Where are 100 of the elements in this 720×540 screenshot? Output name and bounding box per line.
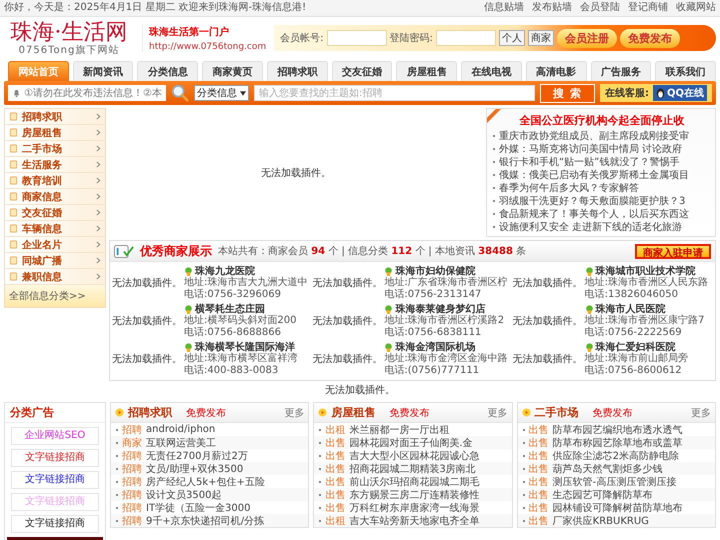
sidebar-item[interactable]: 企业名片 (5, 237, 105, 253)
item-link[interactable]: 园林铺设可降解树苗防草地布 (552, 500, 683, 514)
ad-link[interactable]: 文字链接招商 (11, 471, 99, 489)
item-link[interactable]: 无责任2700月薪过2万 (146, 448, 248, 462)
item-link[interactable]: 万科红树东岸唐家湾一线海景 (349, 500, 480, 514)
sidebar-item[interactable]: 车辆信息 (5, 221, 105, 237)
more-link[interactable]: 更多 (690, 406, 711, 420)
merchant-name-link[interactable]: 珠海横琴长隆国际海洋 (195, 340, 295, 354)
nav-tab[interactable]: 商家黄页 (202, 61, 263, 81)
top-link[interactable]: 信息贴墙 (484, 0, 524, 16)
item-link[interactable]: 吉大大型小区园林花园诚心急 (349, 448, 480, 462)
chevron-icon (96, 161, 101, 168)
publish-link[interactable]: 免费发布 (592, 406, 687, 420)
nav-tab[interactable]: 招聘求职 (266, 61, 328, 81)
plugin-message: 无法加载插件。 (261, 166, 331, 180)
item-link[interactable]: 厂家供应KRBUKRUG (552, 514, 649, 528)
account-field[interactable] (326, 30, 387, 46)
login-type-button[interactable]: 商家 (528, 30, 554, 46)
more-link[interactable]: 更多 (488, 406, 508, 420)
sidebar-item[interactable]: 交友征婚 (5, 205, 105, 221)
item-link[interactable]: 前山沃尔玛招商花园城二期毛 (349, 474, 480, 488)
item-link[interactable]: 葫芦岛天然气割炬多少钱 (552, 462, 663, 476)
news-link[interactable]: 食品新规来了！事关每个人，以后买东西这 (499, 206, 689, 220)
item-link[interactable]: 测压软管-高压测压管测压接 (552, 474, 676, 488)
item-tag: 出售 (528, 514, 549, 528)
top-link[interactable]: 收藏网站 (676, 0, 716, 16)
sidebar-item[interactable]: 二手市场 (5, 141, 105, 157)
item-link[interactable]: 9千+京东快递招司机/分拣 (146, 514, 264, 528)
sidebar-item[interactable]: 同城广播 (5, 253, 105, 269)
more-link[interactable]: 更多 (284, 406, 304, 420)
item-link[interactable]: 米兰丽都一房一厅出租 (349, 422, 450, 436)
search-field[interactable]: 输入您要查找的主题如:招聘 (254, 85, 536, 101)
item-link[interactable]: 吉大车站旁新天地家电齐全单 (349, 514, 480, 528)
publish-link[interactable]: 免费发布 (186, 406, 280, 420)
publish-link[interactable]: 免费发布 (389, 406, 484, 420)
ad-link[interactable]: 文字链接招商 (11, 515, 99, 533)
nav-tab[interactable]: 交友征婚 (332, 61, 392, 81)
news-link[interactable]: 设施便利又安全 走进新下线的适老化旅游 (499, 220, 682, 234)
item-link[interactable]: 供应除尘滤芯2米高防静电除 (552, 448, 680, 462)
top-link[interactable]: 会员登陆 (580, 0, 620, 16)
login-type-button[interactable]: 个人 (498, 30, 525, 46)
item-link[interactable]: 房产经纪人5k+包住+五险 (146, 474, 265, 488)
sidebar-item[interactable]: 房屋租售 (5, 125, 105, 141)
item-link[interactable]: 防草布园艺编织地布透水透气 (552, 422, 683, 436)
chevron-icon (96, 145, 101, 152)
category-dropdown[interactable]: 分类信息 (194, 85, 249, 101)
nav-tab[interactable]: 房屋租售 (396, 61, 458, 81)
online-chat-button[interactable]: QQ在线 (652, 85, 707, 101)
nav-tab[interactable]: 新闻资讯 (72, 61, 134, 81)
merchant-name-link[interactable]: 珠海金湾国际机场 (395, 340, 476, 354)
ad-link[interactable]: 企业网站SEO (11, 427, 99, 445)
news-link[interactable]: 银行卡和手机“贴一贴”钱就没了？警惕手 (499, 154, 680, 168)
all-categories-link[interactable]: 全部信息分类>> (5, 285, 105, 307)
item-link[interactable]: 招商花园城二期精装3房南北 (349, 462, 476, 476)
nav-tab[interactable]: 广告服务 (590, 61, 652, 81)
news-link[interactable]: 外媒：马斯克将访问美国中情局 讨论政府 (499, 142, 682, 156)
news-link[interactable]: 春季为何午后多大风？专家解答 (499, 180, 639, 194)
sidebar-item[interactable]: 商家信息 (5, 189, 105, 205)
penguin-icon (656, 88, 665, 98)
header-action-button[interactable]: 会员注册 (556, 28, 617, 48)
apply-button[interactable]: 商家入驻申请 (635, 244, 711, 258)
merchant-name-link[interactable]: 珠海城市职业技术学院 (596, 264, 696, 278)
sidebar-item[interactable]: 兼职信息 (5, 269, 105, 285)
sidebar-item[interactable]: 生活服务 (5, 157, 105, 173)
site-url-link[interactable]: http://www.0756tong.com (149, 42, 266, 52)
item-tag: 出售 (325, 488, 346, 502)
item-link[interactable]: 东方赐景三房二厅连精装修性 (349, 488, 480, 502)
sidebar-item[interactable]: 招聘求职 (5, 109, 105, 125)
item-link[interactable]: IT学徒（五险一金3000 (146, 500, 251, 514)
merchant-name-link[interactable]: 珠海九龙医院 (195, 264, 255, 278)
news-link[interactable]: 重庆市政协党组成员、副主席段成刚接受审 (499, 128, 689, 142)
item-link[interactable]: 生态园艺可降解防草布 (552, 488, 653, 502)
item-link[interactable]: 园林花园对面王子仙阁美.金 (349, 436, 473, 450)
merchant-name-link[interactable]: 珠海市妇幼保健院 (395, 264, 476, 278)
item-link[interactable]: 文员/助理+双休3500 (146, 462, 244, 476)
plugin-message: 无法加载插件。 (112, 314, 182, 328)
nav-tab[interactable]: 高清电影 (526, 61, 587, 81)
ad-link[interactable]: 文字链接招商 (11, 449, 99, 467)
top-link[interactable]: 登记商铺 (628, 0, 668, 16)
top-link[interactable]: 发布贴墙 (532, 0, 572, 16)
item-link[interactable]: android/iphon (146, 424, 216, 435)
merchant-name-link[interactable]: 横琴耗生态庄园 (195, 302, 265, 316)
badge-icon (384, 342, 394, 352)
service-label: 在线客服: (604, 86, 649, 100)
item-link[interactable]: 防草布称园艺除草地布或盖草 (552, 436, 683, 450)
password-label: 登陆密码: (390, 32, 433, 45)
merchant-name-link[interactable]: 珠海泰莱健身梦幻店 (395, 302, 486, 316)
password-field[interactable] (436, 30, 496, 46)
merchant-name-link[interactable]: 珠海市人民医院 (596, 302, 666, 316)
nav-tab[interactable]: 在线电视 (461, 61, 522, 81)
nav-tab[interactable]: 分类信息 (137, 61, 198, 81)
news-link[interactable]: 羽绒服干洗更好？每天敷面膜能更护肤？3 (499, 194, 686, 208)
sidebar-item[interactable]: 教育培训 (5, 173, 105, 189)
news-link[interactable]: 俄媒：俄美已启动有关俄罗斯稀土金属项目 (499, 168, 689, 182)
nav-tab[interactable]: 联系我们 (655, 61, 716, 81)
merchant-name-link[interactable]: 珠海仁爱妇科医院 (596, 340, 676, 354)
item-link[interactable]: 互联网运营美工 (146, 436, 216, 450)
news-headline-link[interactable]: 全国公立医疗机构今起全面停止收 (493, 112, 711, 129)
item-link[interactable]: 设计文员3500起 (146, 488, 222, 502)
header-action-button[interactable]: 免费发布 (620, 28, 680, 48)
